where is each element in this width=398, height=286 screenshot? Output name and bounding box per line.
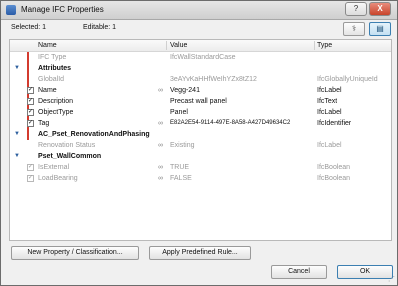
table-row[interactable]: ✓ Name ∞ Vegg-241 IfcLabel (10, 85, 391, 96)
group-row-wallcommon[interactable]: ▼ Pset_WallCommon (10, 151, 391, 162)
property-type: IfcGloballyUniqueId (317, 76, 378, 83)
chain-link-icon[interactable]: ∞ (158, 118, 163, 129)
property-checkbox[interactable]: ✓ (27, 109, 34, 116)
property-name: Renovation Status (38, 142, 96, 149)
expand-arrow-icon[interactable]: ▼ (14, 151, 20, 162)
property-checkbox[interactable]: ✓ (27, 87, 34, 94)
column-divider[interactable] (166, 41, 167, 50)
apply-predefined-rule-button[interactable]: Apply Predefined Rule... (149, 246, 251, 260)
editable-count: Editable: 1 (83, 24, 117, 31)
ok-button[interactable]: OK (337, 265, 393, 279)
property-value[interactable]: Panel (170, 107, 188, 118)
property-type: IfcLabel (317, 142, 342, 149)
new-property-button[interactable]: New Property / Classification... (11, 246, 139, 260)
selected-count: Selected: 1 (11, 24, 47, 31)
resize-grip-icon[interactable]: ⋰ (388, 275, 395, 283)
column-header-type[interactable]: Type (317, 40, 332, 51)
property-type: IfcIdentifier (317, 120, 352, 127)
app-icon (6, 5, 16, 15)
property-value[interactable]: Vegg-241 (170, 85, 200, 96)
window-title: Manage IFC Properties (21, 5, 104, 14)
help-button[interactable]: ? (345, 2, 367, 16)
title-bar: Manage IFC Properties ? X (1, 1, 397, 20)
chain-link-icon[interactable]: ∞ (158, 162, 163, 173)
group-name: AC_Pset_RenovationAndPhasing (38, 131, 150, 138)
manage-ifc-properties-dialog: Manage IFC Properties ? X Selected: 1 Ed… (0, 0, 398, 286)
property-name: Description (38, 98, 74, 105)
property-type: IfcText (317, 98, 338, 105)
group-name: Pset_WallCommon (38, 153, 102, 160)
chain-link-icon[interactable]: ∞ (158, 140, 163, 151)
property-value: FALSE (170, 175, 192, 182)
property-value: IfcWallStandardCase (170, 54, 236, 61)
property-checkbox[interactable]: ✓ (27, 164, 34, 171)
filter-button[interactable]: ⚕ (343, 22, 365, 36)
table-row[interactable]: ✓ Tag ∞ E82A2E54-9114-497E-8A58-A427D496… (10, 118, 391, 129)
property-value: Existing (170, 142, 195, 149)
table-row[interactable]: ✓ IsExternal ∞ TRUE IfcBoolean (10, 162, 391, 173)
property-value: TRUE (170, 164, 190, 171)
property-type: IfcLabel (317, 87, 342, 94)
table-header: Name Value Type (10, 40, 391, 52)
view-settings-icon: ▤ (376, 24, 384, 33)
expand-arrow-icon[interactable]: ▼ (14, 129, 20, 140)
property-checkbox[interactable]: ✓ (27, 175, 34, 182)
table-row[interactable]: ✓ Description Precast wall panel IfcText (10, 96, 391, 107)
property-name: Tag (38, 120, 50, 127)
table-row[interactable]: Renovation Status ∞ Existing IfcLabel (10, 140, 391, 151)
table-row[interactable]: ✓ LoadBearing ∞ FALSE IfcBoolean (10, 173, 391, 184)
view-settings-button[interactable]: ▤ (369, 22, 391, 36)
column-header-value[interactable]: Value (170, 40, 187, 51)
selection-info-bar: Selected: 1 Editable: 1 ⚕ ▤ (1, 21, 397, 37)
property-name: IFC Type (38, 54, 67, 61)
column-header-name[interactable]: Name (38, 40, 57, 51)
table-row[interactable]: ✓ ObjectType Panel IfcLabel (10, 107, 391, 118)
property-type: IfcBoolean (317, 175, 351, 182)
column-divider[interactable] (314, 41, 315, 50)
chain-link-icon[interactable]: ∞ (158, 173, 163, 184)
property-value: 3eAYvKaHHfWeIhYZx8tZ12 (170, 76, 257, 83)
group-row-renovation[interactable]: ▼ AC_Pset_RenovationAndPhasing (10, 129, 391, 140)
property-name: GlobalId (38, 76, 65, 83)
property-type: IfcBoolean (317, 164, 351, 171)
property-checkbox[interactable]: ✓ (27, 98, 34, 105)
properties-table[interactable]: Name Value Type IFC Type IfcWallStandard… (9, 39, 392, 241)
property-value[interactable]: Precast wall panel (170, 96, 227, 107)
property-type: IfcLabel (317, 109, 342, 116)
property-checkbox[interactable]: ✓ (27, 120, 34, 127)
group-name: Attributes (38, 65, 72, 72)
property-name: IsExternal (38, 164, 70, 171)
group-row-attributes[interactable]: ▼ Attributes (10, 63, 391, 74)
table-row[interactable]: GlobalId 3eAYvKaHHfWeIhYZx8tZ12 IfcGloba… (10, 74, 391, 85)
property-name: ObjectType (38, 109, 74, 116)
expand-arrow-icon[interactable]: ▼ (14, 63, 20, 74)
table-row[interactable]: IFC Type IfcWallStandardCase (10, 52, 391, 63)
chain-link-icon[interactable]: ∞ (158, 85, 163, 96)
cancel-button[interactable]: Cancel (271, 265, 327, 279)
property-value[interactable]: E82A2E54-9114-497E-8A58-A427D49634C2 (170, 118, 290, 129)
filter-icon: ⚕ (351, 24, 357, 33)
property-name: LoadBearing (38, 175, 78, 182)
close-button[interactable]: X (369, 2, 391, 16)
property-name: Name (38, 87, 57, 94)
